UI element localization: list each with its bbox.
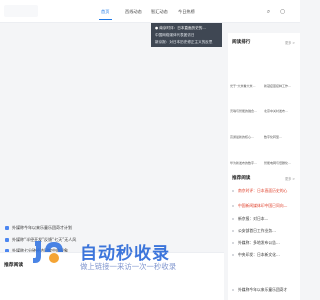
list-item[interactable]: 外媒称今年以来乐童乐团奇才计划 [2, 224, 224, 233]
recommend-item-title: 外媒称：多地发布公告… [238, 240, 280, 245]
recommend-item-title: 公安部首日工作业务… [238, 228, 276, 233]
user-icon[interactable]: ○ [279, 8, 286, 15]
bullet-icon [232, 241, 234, 244]
recommend-item-title: 新京报：对日本… [238, 216, 269, 221]
recommend-item[interactable]: 公安部首日工作业务… [232, 228, 298, 234]
nav-west-line[interactable]: 西线动态 [125, 9, 142, 15]
thumb-caption: 灵魂与智能的融合… [230, 109, 258, 113]
thumb-caption: 智能电网与低碳化… [264, 161, 292, 165]
thumb-caption: 新冠疫苗接种工作… [264, 84, 292, 88]
bullet-icon [232, 288, 234, 291]
bullet-icon [232, 204, 234, 207]
recommend-item-title: 中国新闻媒体印中国已同向— [238, 203, 288, 208]
thumb-caption: 北京中关村发布… [264, 109, 289, 113]
search-icon[interactable]: ⌕ [265, 8, 272, 15]
top-header: 首页 西线动态 智汇动态 今日热榜 ⌕ ○ [0, 0, 300, 23]
more-link[interactable]: 更多 > [285, 40, 295, 45]
nav-smart-news[interactable]: 智汇动态 [151, 9, 168, 15]
more-link[interactable]: 更多 > [285, 176, 295, 181]
card-title: 推荐阅读 [232, 176, 251, 181]
thumb-caption: 华为新发布的数字… [230, 161, 258, 165]
recommend-item[interactable]: 南京时评：日本直面历史的心 [232, 188, 298, 194]
site-logo[interactable] [4, 5, 38, 17]
dropdown-item[interactable]: 中国网络媒体代表团访日 [155, 33, 195, 38]
recommend-item-title: 外媒称今年以来乐童乐团奇才 [238, 287, 288, 292]
nav-dropdown-menu: ● 南京时评：日本直面历史的... 中国网络媒体代表团访日 新京报：对日本历史修… [151, 23, 222, 47]
nav-active-underline [99, 19, 112, 20]
article-icon [5, 226, 9, 230]
recommend-item[interactable]: 中国新闻媒体印中国已同向— [232, 203, 298, 209]
recommend-item[interactable]: 新京报：对日本… [232, 216, 298, 222]
thumb-caption: 数字化转型… [264, 135, 283, 139]
nav-home[interactable]: 首页 [101, 9, 109, 15]
card-title: 阅读排行 [232, 40, 251, 45]
dropdown-item[interactable]: 新京报：对日本历史修正主义的反思 [155, 40, 213, 45]
section-title: 推荐阅读 [4, 263, 24, 268]
hot-ranking-card: 阅读排行 更多 > 光于“大米看大米… 新冠疫苗接种工作… 灵魂与智能的融合… … [228, 33, 300, 181]
recommend-section: 推荐阅读 [0, 252, 224, 300]
dropdown-item[interactable]: ● 南京时评：日本直面历史的... [155, 26, 206, 31]
thumb-caption: 高通最新的核心… [230, 135, 255, 139]
recommend-item[interactable]: 中央印发：日本新文化… [232, 252, 298, 258]
recommend-card: 推荐阅读 更多 > 南京时评：日本直面历史的心 中国新闻媒体印中国已同向— 新京… [228, 169, 300, 300]
recommend-item-title: 中央印发：日本新文化… [238, 252, 280, 257]
bullet-icon [232, 217, 234, 220]
article-icon [5, 238, 9, 242]
bullet-icon [232, 189, 234, 192]
list-item[interactable]: 外媒称“半径开发”反馈“七天”无人风 [2, 236, 224, 245]
bullet-icon [232, 253, 234, 256]
recommend-item[interactable]: 外媒称今年以来乐童乐团奇才 [232, 287, 298, 293]
recommend-item-title: 南京时评：日本直面历史的心 [238, 188, 288, 193]
recommend-item[interactable]: 外媒称：多地发布公告… [232, 240, 298, 246]
list-item-title: 外媒称今年以来乐童乐团奇才计划 [12, 225, 72, 230]
thumb-caption: 光于“大米看大米… [230, 84, 256, 88]
nav-today-hot[interactable]: 今日热榜 [178, 9, 195, 15]
list-item-title: 外媒称“半径开发”反馈“七天”无人风 [12, 237, 77, 242]
bullet-icon [232, 229, 234, 232]
